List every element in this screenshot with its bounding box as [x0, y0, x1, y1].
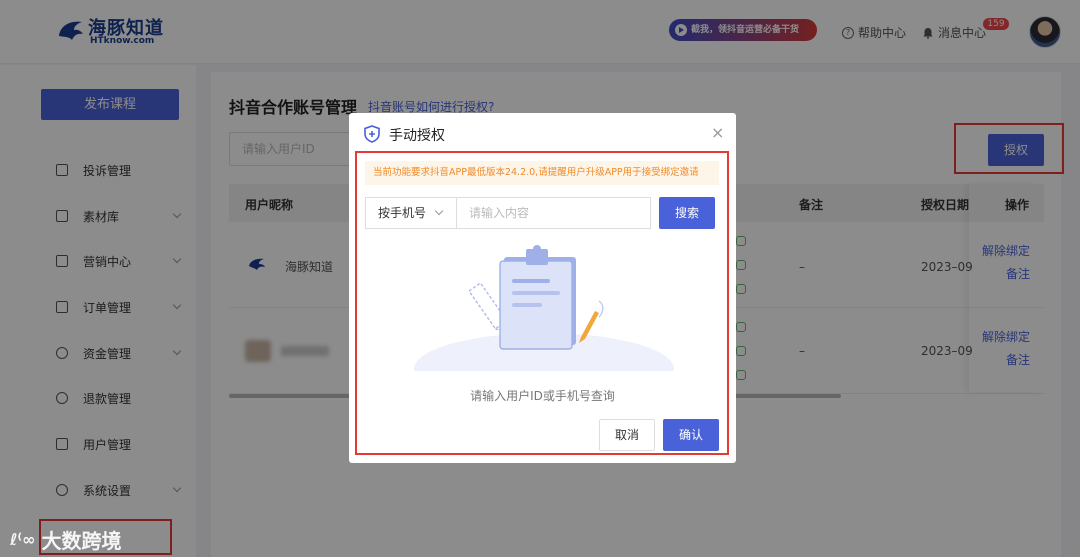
close-icon[interactable]: ×	[711, 123, 724, 142]
search-type-value: 按手机号	[378, 206, 427, 220]
empty-clipboard-illustration	[414, 245, 674, 371]
dialog-title: 手动授权	[389, 128, 445, 144]
cancel-button[interactable]: 取消	[599, 419, 655, 451]
confirm-button[interactable]: 确认	[663, 419, 719, 451]
shield-plus-icon	[364, 125, 380, 143]
watermark-text: 大数跨境	[41, 529, 122, 553]
empty-state-text: 请输入用户ID或手机号查询	[470, 389, 615, 403]
watermark-logo-icon: ℓ⁽∞	[10, 530, 36, 549]
watermark: ℓ⁽∞ 大数跨境	[10, 525, 121, 554]
search-content-input[interactable]: 请输入内容	[456, 197, 651, 229]
search-button[interactable]: 搜索	[659, 197, 715, 229]
page: 海豚知道 HTknow.com 截我，领抖音运营必备干货 ? 帮助中心 消息中心…	[0, 0, 1080, 557]
manual-authorization-dialog: 手动授权 × 当前功能要求抖音APP最低版本24.2.0,请提醒用户升级APP用…	[349, 113, 736, 463]
version-notice: 当前功能要求抖音APP最低版本24.2.0,请提醒用户升级APP用于接受绑定邀请	[365, 161, 719, 185]
search-type-select[interactable]: 按手机号	[365, 197, 457, 229]
chevron-down-icon	[434, 206, 444, 216]
